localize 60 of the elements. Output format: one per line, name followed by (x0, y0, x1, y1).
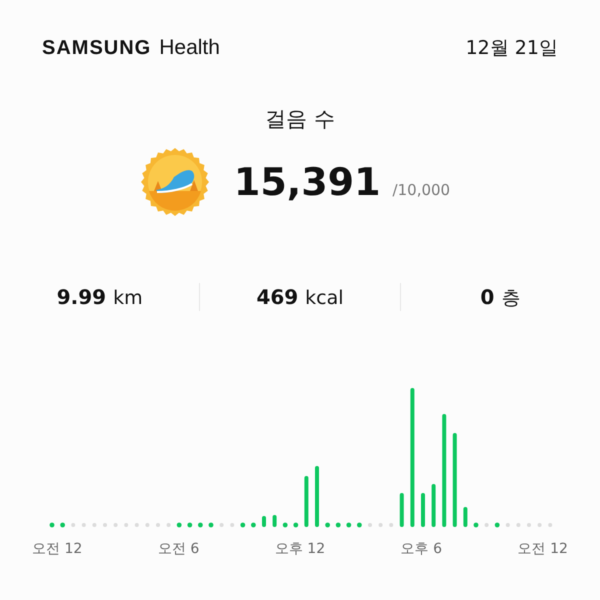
step-dot (548, 523, 552, 527)
step-dot (506, 523, 510, 527)
step-bar (262, 516, 266, 527)
step-dot (124, 523, 128, 527)
step-bar (272, 515, 277, 527)
step-dot (92, 523, 96, 527)
step-dot (208, 522, 214, 528)
step-dot (198, 522, 203, 528)
steps-title: 걸음 수 (265, 106, 335, 132)
step-dot (527, 523, 531, 527)
stat-value: 9.99 km (56, 284, 143, 311)
step-dot (50, 522, 54, 528)
step-bar (315, 466, 319, 527)
step-dot (378, 523, 383, 527)
step-count: 15,391 (234, 163, 381, 201)
step-dot (494, 522, 500, 528)
step-dot (166, 523, 171, 527)
step-dot (282, 522, 288, 528)
step-dot (114, 523, 118, 527)
axis-label: 오전 6 (158, 540, 200, 559)
axis-label: 오전 12 (518, 540, 568, 559)
step-bar (421, 493, 425, 527)
date-label: 12월 21일 (466, 36, 558, 60)
stat-value: 469 kcal (256, 284, 344, 311)
step-dot (336, 522, 341, 528)
step-dot (516, 523, 520, 527)
brand-logo: SAMSUNG (42, 36, 152, 61)
step-dot (176, 522, 182, 528)
app-name: Health (159, 35, 220, 61)
step-dot (145, 523, 150, 527)
step-goal: /10,000 (392, 180, 450, 200)
step-dot (103, 523, 107, 527)
step-dot (60, 522, 65, 528)
step-bar (304, 476, 308, 527)
step-dot (293, 522, 298, 528)
step-dot (220, 523, 224, 527)
step-dot (230, 523, 234, 527)
step-dot (71, 523, 76, 527)
axis-label: 오후 12 (274, 540, 326, 559)
step-bar (463, 507, 468, 527)
step-bar (400, 493, 404, 527)
step-bar (432, 484, 436, 527)
step-dot (357, 522, 362, 528)
step-dot (240, 522, 246, 528)
axis-label: 오전 12 (32, 540, 82, 559)
step-dot (474, 522, 478, 528)
step-dot (346, 522, 352, 528)
step-dot (82, 523, 86, 527)
step-dot (187, 522, 192, 528)
step-dot (484, 523, 489, 527)
step-dot (538, 523, 542, 527)
step-dot (156, 523, 160, 527)
step-dot (251, 522, 256, 528)
shoe-badge-icon (140, 147, 210, 217)
stat-value: 0 층 (480, 284, 520, 311)
step-dot (325, 522, 330, 528)
step-dot (389, 523, 394, 527)
step-dot (368, 523, 372, 527)
axis-label: 오후 6 (400, 540, 442, 559)
step-dot (134, 523, 139, 527)
